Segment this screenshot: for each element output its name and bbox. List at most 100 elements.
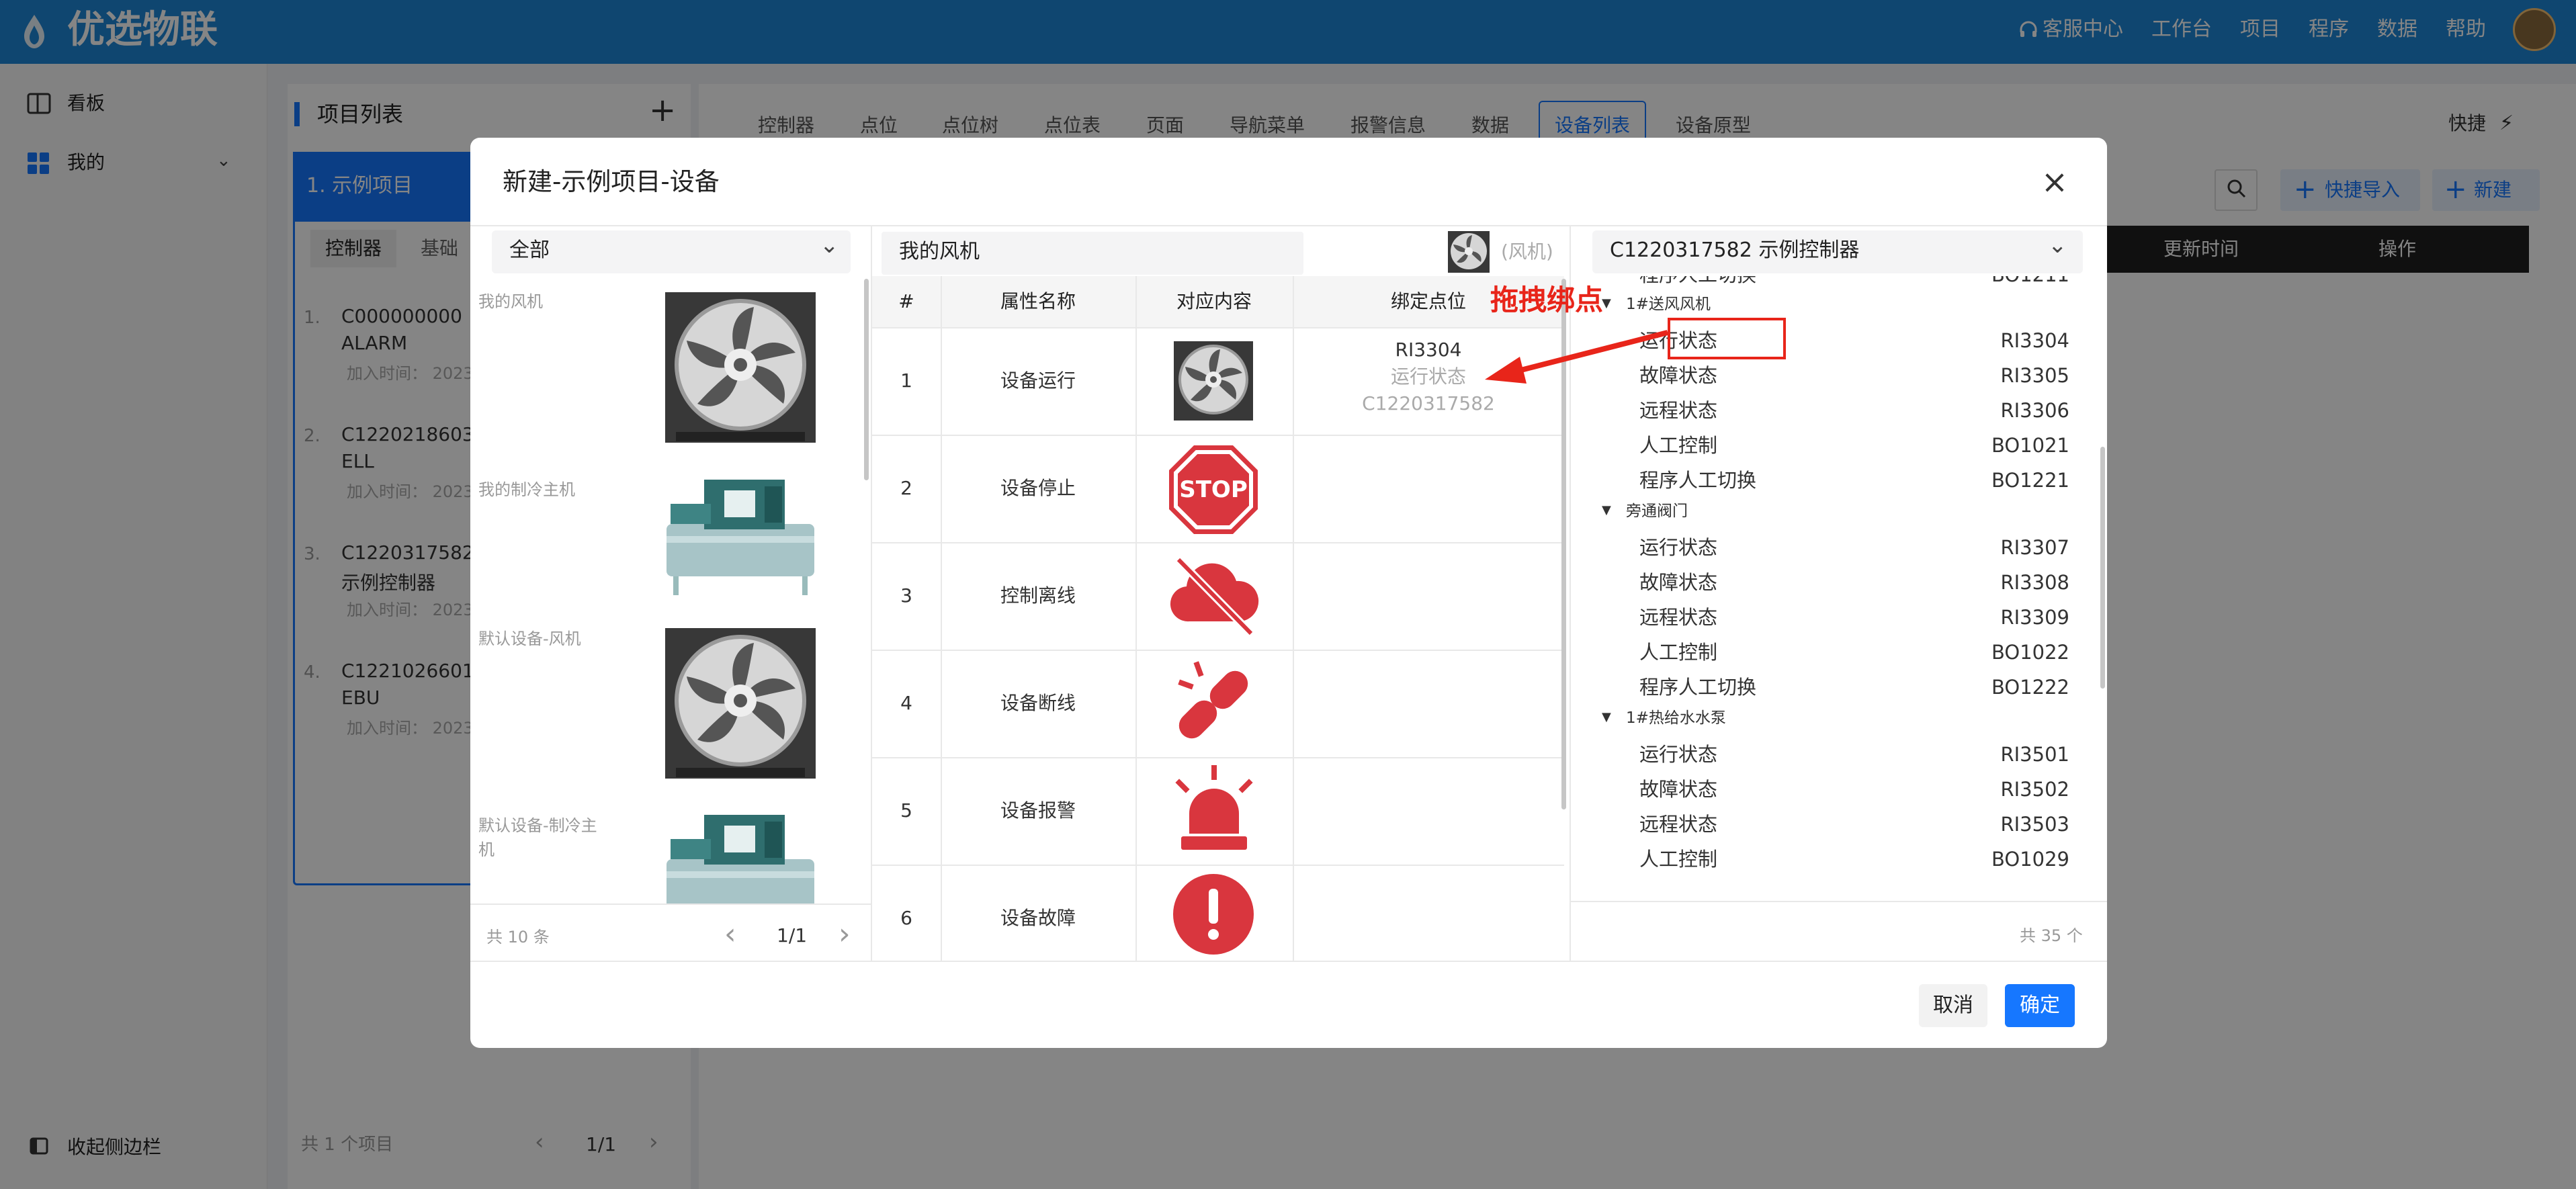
library-item-label: 默认设备-制冷主机: [478, 816, 597, 859]
fan-icon: [1447, 230, 1490, 273]
chiller-icon[interactable]: [664, 477, 817, 595]
library-count: 共 10 条: [486, 928, 550, 946]
fan-icon[interactable]: [664, 627, 817, 780]
table-line: [872, 757, 1564, 758]
tree-point-code: BO1222: [1991, 676, 2069, 699]
row-number: 1: [900, 369, 912, 392]
tree-point-name[interactable]: 故障状态: [1639, 568, 1717, 597]
category-value: 全部: [509, 238, 550, 262]
stop-text: STOP: [1179, 476, 1248, 503]
fan-icon[interactable]: [664, 291, 817, 444]
attr-name: 设备断线: [1000, 692, 1076, 714]
tree-point-name[interactable]: 人工控制: [1639, 844, 1717, 874]
caret-down-icon[interactable]: ▼: [1602, 710, 1611, 724]
tree-point-code: RI3308: [2000, 571, 2069, 594]
tree-point-code: BO1211: [1868, 276, 2069, 290]
row-number: 2: [900, 477, 912, 499]
row-number: 4: [900, 692, 912, 714]
caret-down-icon[interactable]: ▼: [1602, 503, 1611, 517]
tree-point-code: BO1029: [1991, 848, 2069, 871]
tree-point-name[interactable]: 远程状态: [1639, 603, 1717, 632]
bound-point-controller: C1220317582: [1362, 392, 1495, 414]
alarm-light-icon[interactable]: [1169, 764, 1259, 854]
table-line: [872, 542, 1564, 543]
tree-point-name[interactable]: 程序人工切换: [1639, 672, 1756, 702]
attr-name: 设备运行: [1000, 369, 1076, 392]
divider: [470, 225, 2107, 226]
tree-group[interactable]: 1#热给水水泵: [1626, 705, 1726, 732]
controller-select[interactable]: C1220317582 示例控制器: [1592, 230, 2083, 273]
table-line: [1135, 276, 1137, 961]
table-line: [872, 327, 1564, 328]
library-item-label: 我的风机: [478, 292, 543, 311]
tree-scrollbar[interactable]: [2100, 447, 2105, 689]
tree-point-code: RI3305: [2000, 364, 2069, 387]
confirm-button[interactable]: 确定: [2005, 984, 2075, 1027]
tree-point-code: RI3307: [2000, 536, 2069, 559]
controller-value: C1220317582 示例控制器: [1610, 238, 1860, 262]
prev-page-icon[interactable]: ‹: [724, 917, 736, 952]
drag-bind-annotation: 拖拽绑点: [1490, 283, 1604, 316]
col-header-num: #: [898, 290, 914, 312]
new-device-modal: 新建-示例项目-设备 × 全部 ⌄ 我的风机 我的制冷主机 默认设备-风机 默认…: [470, 138, 2107, 1048]
cloud-off-icon[interactable]: [1166, 554, 1260, 637]
tree-point-name[interactable]: 程序人工切换: [1639, 276, 1756, 290]
close-icon[interactable]: ×: [2036, 163, 2073, 201]
library-item-label: 默认设备-风机: [478, 629, 581, 648]
library-scrollbar[interactable]: [864, 279, 869, 480]
table-line: [872, 435, 1564, 436]
divider: [470, 961, 2107, 962]
tree-point-name[interactable]: 人工控制: [1639, 637, 1717, 667]
divider: [470, 904, 871, 905]
tree-point-code: BO1022: [1991, 641, 2069, 664]
chevron-down-icon: ⌄: [2048, 232, 2067, 259]
tree-point-name[interactable]: 程序人工切换: [1639, 466, 1756, 495]
cancel-button[interactable]: 取消: [1919, 984, 1987, 1027]
fan-icon[interactable]: [1173, 341, 1254, 421]
row-number: 5: [900, 799, 912, 822]
tree-point-code: RI3309: [2000, 606, 2069, 629]
tree-point-code: RI3501: [2000, 743, 2069, 766]
row-number: 3: [900, 584, 912, 607]
row-number: 6: [900, 907, 912, 929]
attr-name: 设备故障: [1000, 907, 1076, 929]
tree-point-name[interactable]: 远程状态: [1639, 809, 1717, 839]
tree-group[interactable]: 1#送风风机: [1626, 291, 1711, 318]
tree-point-code: RI3503: [2000, 813, 2069, 836]
col-header-attr-name: 属性名称: [1000, 290, 1076, 312]
tree-point-code: BO1221: [1991, 469, 2069, 492]
point-count: 共 35 个: [2020, 926, 2083, 945]
chevron-down-icon: ⌄: [820, 232, 839, 259]
tree-point-name[interactable]: 运行状态: [1639, 533, 1717, 562]
highlight-box: [1668, 318, 1786, 359]
modal-title: 新建-示例项目-设备: [503, 167, 720, 196]
category-select[interactable]: 全部: [492, 230, 851, 273]
attr-name: 控制离线: [1000, 584, 1076, 607]
attr-name: 设备停止: [1000, 477, 1076, 499]
tree-point-code: RI3304: [2000, 329, 2069, 352]
attr-name: 设备报警: [1000, 799, 1076, 822]
tree-group[interactable]: 旁通阀门: [1626, 498, 1688, 525]
arrow-icon: [1478, 318, 1673, 392]
library-item-label: 我的制冷主机: [478, 480, 575, 499]
tree-point-name[interactable]: 人工控制: [1639, 431, 1717, 460]
device-type-label: (风机): [1501, 240, 1553, 263]
tree-point-name[interactable]: 运行状态: [1639, 740, 1717, 769]
tree-point-name[interactable]: 远程状态: [1639, 396, 1717, 425]
table-line: [872, 650, 1564, 651]
table-line: [872, 865, 1564, 866]
col-header-content: 对应内容: [1176, 290, 1252, 312]
broken-link-icon[interactable]: [1169, 659, 1259, 749]
tree-point-code: RI3306: [2000, 399, 2069, 422]
chiller-icon[interactable]: [664, 812, 817, 904]
tree-point-name[interactable]: 故障状态: [1639, 775, 1717, 804]
divider: [1571, 901, 2107, 902]
library-page: 1/1: [777, 924, 808, 946]
tree-point-code: BO1021: [1991, 434, 2069, 457]
device-name-value: 我的风机: [899, 240, 980, 263]
exclamation-icon[interactable]: [1172, 873, 1255, 956]
caret-down-icon[interactable]: ▼: [1602, 296, 1611, 310]
device-name-input[interactable]: 我的风机: [882, 232, 1303, 275]
next-page-icon[interactable]: ›: [839, 917, 851, 952]
tree-point-code: RI3502: [2000, 778, 2069, 801]
